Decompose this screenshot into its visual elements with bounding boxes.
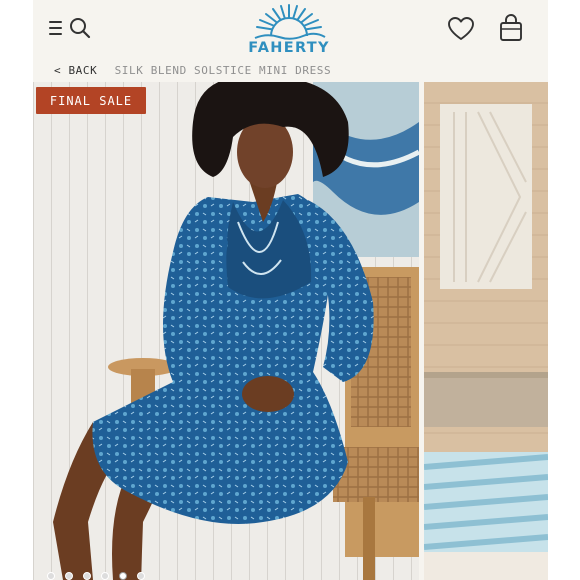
- shopping-bag-icon[interactable]: [499, 14, 523, 42]
- carousel-dot-active[interactable]: [119, 572, 127, 580]
- final-sale-badge: FINAL SALE: [36, 87, 146, 114]
- carousel-dot[interactable]: [137, 572, 145, 580]
- carousel-pagination: [47, 572, 145, 580]
- carousel-dot[interactable]: [65, 572, 73, 580]
- back-link[interactable]: < BACK: [54, 64, 97, 77]
- carousel-dot[interactable]: [101, 572, 109, 580]
- brand-logo[interactable]: FAHERTY: [241, 2, 337, 60]
- product-title: SILK BLEND SOLSTICE MINI DRESS: [114, 64, 332, 77]
- model-photo: [33, 82, 419, 580]
- search-icon[interactable]: [68, 16, 92, 40]
- brand-name: FAHERTY: [248, 40, 330, 56]
- room-photo: [424, 82, 548, 580]
- site-header: FAHERTY: [33, 0, 548, 62]
- product-image-main[interactable]: FINAL SALE: [33, 82, 419, 580]
- carousel-dot[interactable]: [83, 572, 91, 580]
- product-image-next[interactable]: [424, 82, 548, 580]
- sun-logo-icon: [254, 4, 326, 40]
- page-frame: FAHERTY < BACK SILK BLEND SOLSTICE MINI …: [33, 0, 548, 580]
- breadcrumb: < BACK SILK BLEND SOLSTICE MINI DRESS: [54, 64, 331, 78]
- heart-icon[interactable]: [447, 16, 475, 42]
- carousel-dot[interactable]: [47, 572, 55, 580]
